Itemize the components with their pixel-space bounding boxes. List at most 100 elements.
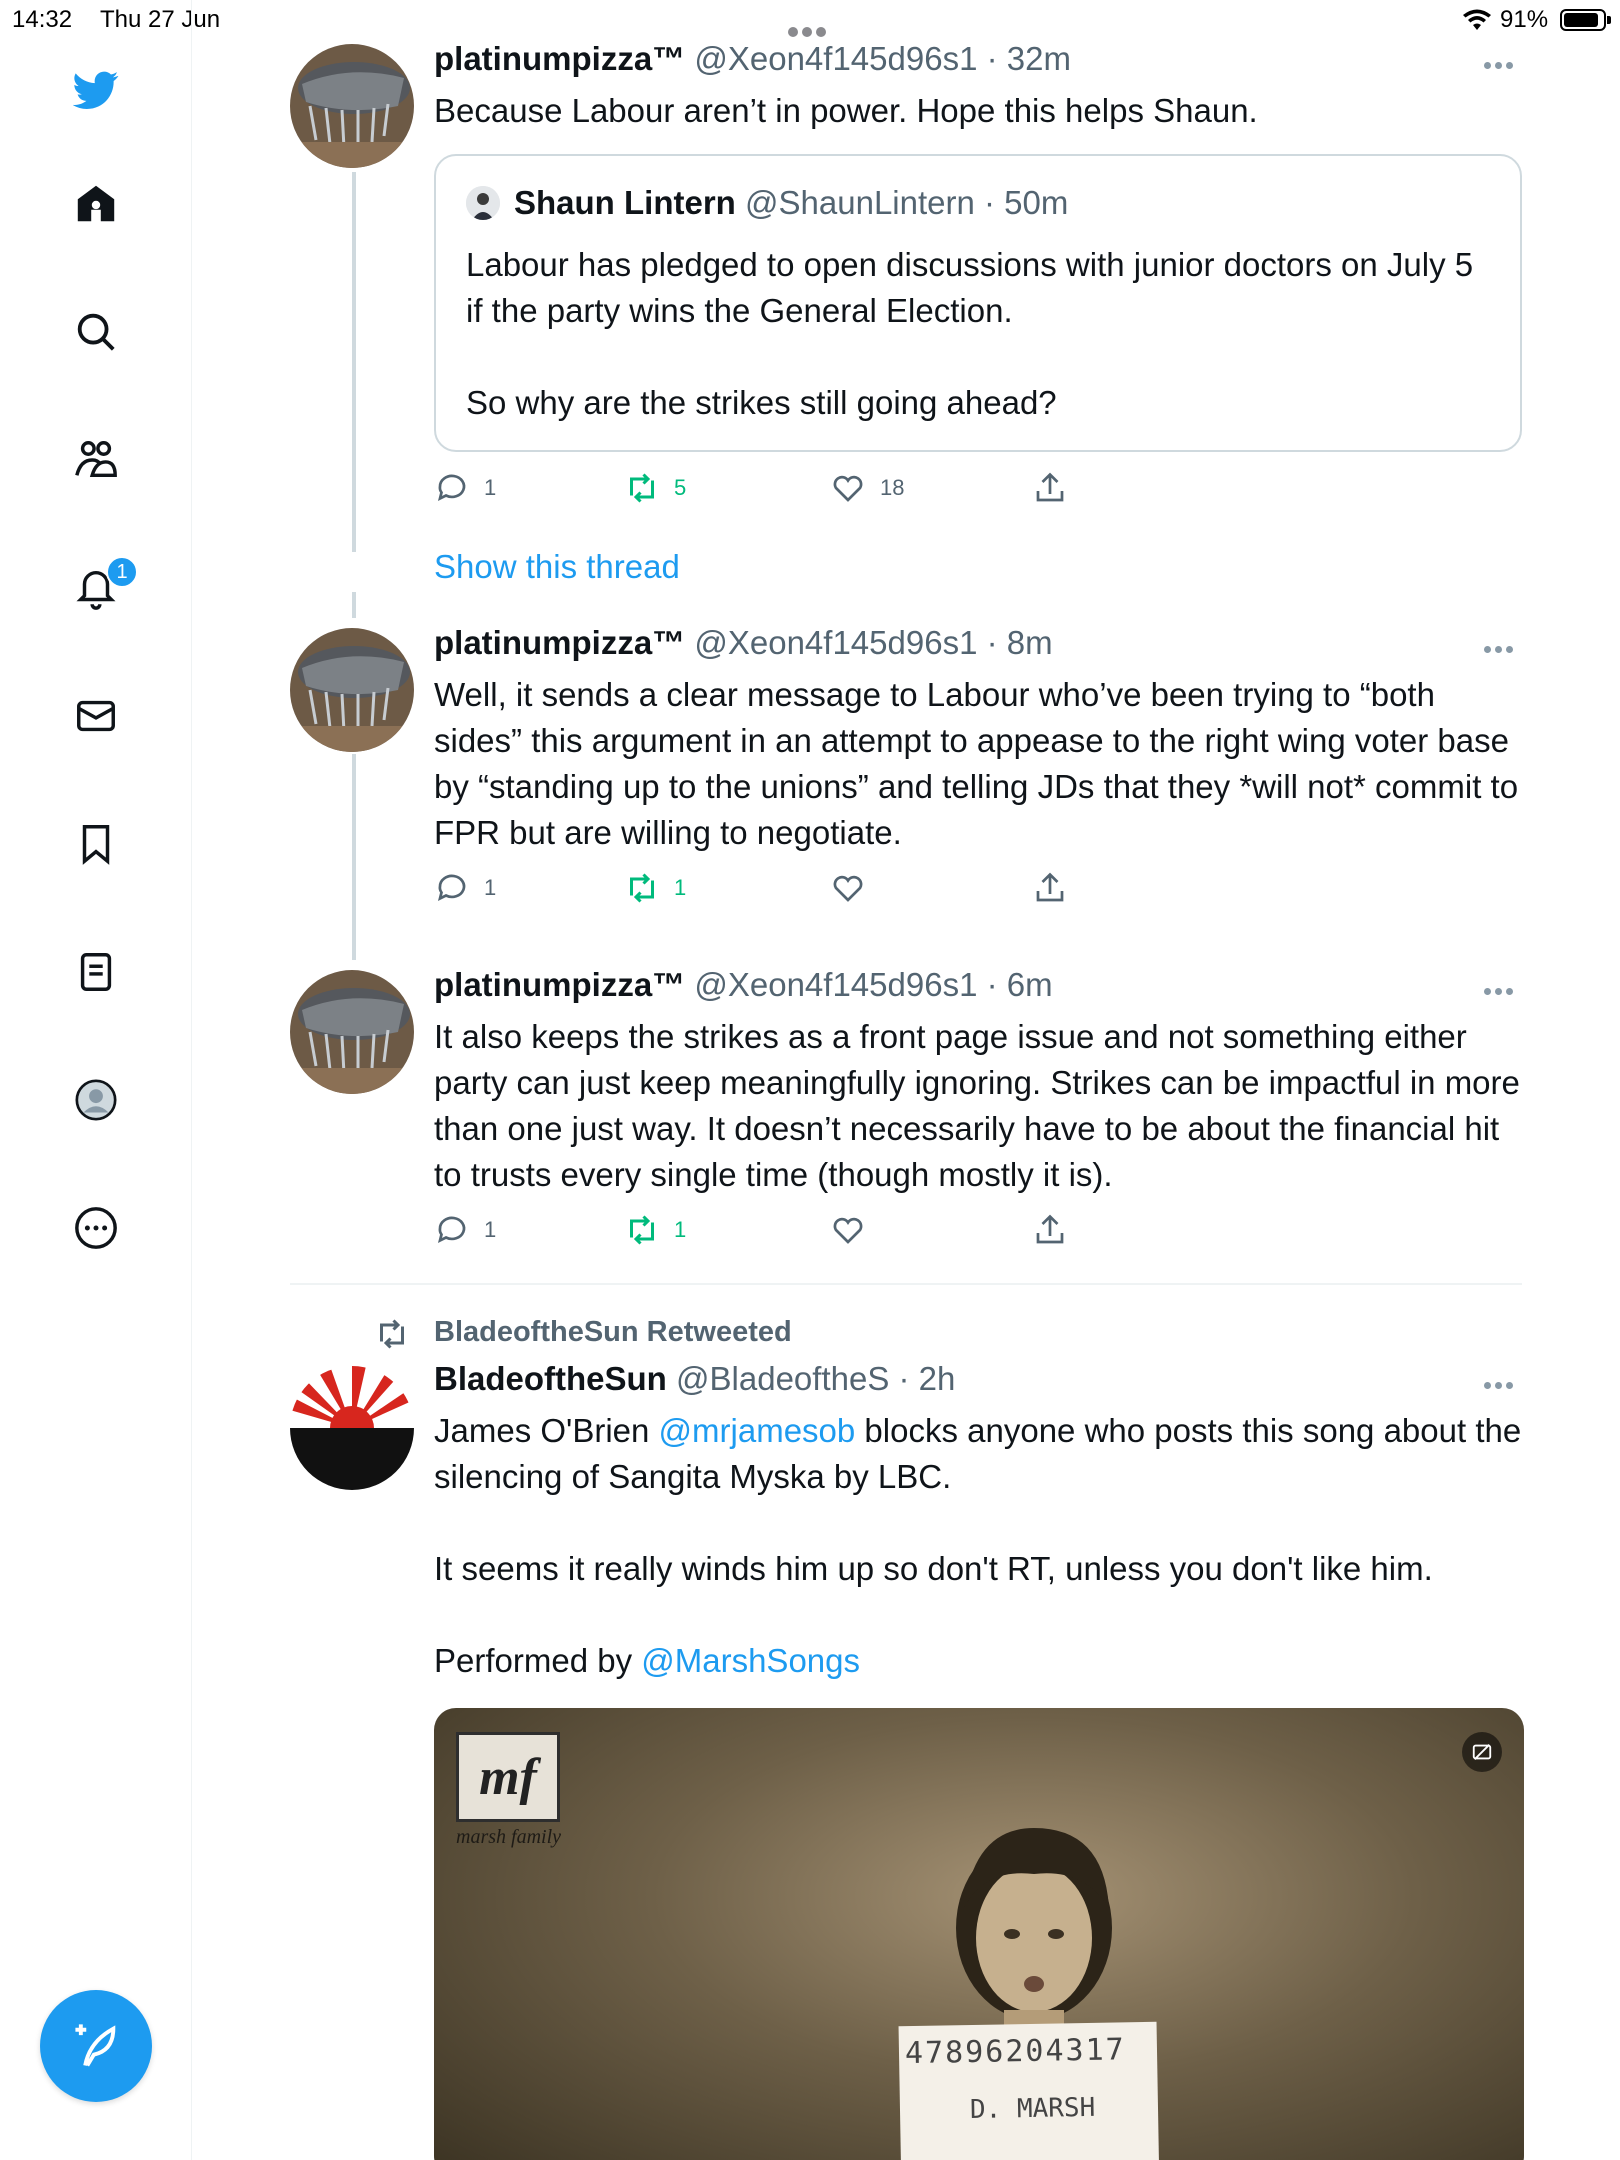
retweet-button[interactable]: 1 — [624, 870, 686, 906]
reply-count: 1 — [484, 475, 497, 500]
tweet-header: BladeoftheSun @BladeoftheS · 2h — [434, 1360, 955, 1398]
tweet-text-line: James O'Brien @mrjamesob blocks anyone w… — [434, 1408, 1524, 1500]
tweet-header: platinumpizza™ @Xeon4f145d96s1 · 6m — [434, 966, 1053, 1004]
sign-number: 47896204317 — [904, 2032, 1126, 2072]
tweet-actions: 1 5 18 — [434, 470, 1134, 510]
like-button[interactable] — [830, 870, 880, 906]
retweet-button[interactable]: 5 — [624, 470, 686, 506]
share-icon — [1036, 472, 1064, 502]
tweet-handle-time: @Xeon4f145d96s1 · 8m — [694, 624, 1053, 661]
retweeted-by-label[interactable]: BladeoftheSun Retweeted — [434, 1316, 792, 1349]
reply-button[interactable]: 1 — [434, 870, 496, 906]
text-span: Performed by — [434, 1642, 642, 1679]
retweet-icon — [630, 873, 654, 903]
thread-connector — [352, 592, 356, 618]
like-count: 18 — [880, 475, 905, 500]
quoted-tweet[interactable]: Shaun Lintern @ShaunLintern · 50m Labour… — [434, 154, 1522, 452]
media-logo: mf — [456, 1732, 560, 1822]
like-button[interactable] — [830, 1212, 880, 1248]
quoted-text-line: So why are the strikes still going ahead… — [466, 384, 1057, 421]
retweet-icon — [630, 1215, 654, 1245]
tweet-more-icon[interactable] — [1484, 1376, 1524, 1389]
tweet-media-video[interactable]: mf marsh family 47896204317 D. MARSH — [434, 1708, 1524, 2160]
show-thread-link[interactable]: Show this thread — [434, 548, 680, 586]
reply-icon — [437, 1216, 466, 1244]
share-button[interactable] — [1032, 870, 1082, 906]
sidebar: 1 — [0, 0, 192, 2160]
avatar[interactable] — [290, 970, 414, 1094]
tweet-text: It also keeps the strikes as a front pag… — [434, 1018, 1520, 1193]
retweet-count: 5 — [674, 475, 687, 500]
twitter-logo-icon[interactable] — [68, 62, 124, 118]
reply-icon — [437, 874, 466, 902]
search-icon[interactable] — [68, 304, 124, 360]
retweeted-icon — [380, 1319, 404, 1349]
compose-feather-icon — [75, 2024, 116, 2067]
tweet-handle-time: @BladeoftheS · 2h — [676, 1360, 956, 1397]
avatar[interactable] — [290, 44, 414, 168]
sign-name: D. MARSH — [969, 2092, 1096, 2126]
thread-connector — [352, 172, 356, 552]
tweet-handle-time: @Xeon4f145d96s1 · 32m — [694, 40, 1071, 77]
like-button[interactable]: 18 — [830, 470, 904, 506]
home-icon[interactable] — [68, 176, 124, 232]
heart-icon — [833, 875, 863, 902]
tweet-author-name[interactable]: BladeoftheSun — [434, 1360, 667, 1397]
share-icon — [1036, 1214, 1064, 1244]
tweet-more-icon[interactable] — [1484, 640, 1524, 653]
share-icon — [1036, 872, 1064, 902]
tweet-header: platinumpizza™ @Xeon4f145d96s1 · 32m — [434, 40, 1071, 78]
thread-connector — [352, 754, 356, 960]
more-options-icon[interactable] — [68, 1200, 124, 1256]
media-sign: 47896204317 D. MARSH — [898, 2021, 1160, 2160]
lists-icon[interactable] — [68, 944, 124, 1000]
retweet-icon — [630, 473, 654, 503]
tweet-more-icon[interactable] — [1484, 982, 1524, 995]
retweet-count: 1 — [674, 1217, 687, 1242]
media-settings-icon[interactable] — [1462, 1732, 1502, 1772]
share-button[interactable] — [1032, 470, 1082, 506]
avatar[interactable] — [290, 628, 414, 752]
tweet-author-name[interactable]: platinumpizza™ — [434, 966, 685, 1003]
communities-icon[interactable] — [68, 432, 124, 488]
tweet-header: platinumpizza™ @Xeon4f145d96s1 · 8m — [434, 624, 1053, 662]
mention-link[interactable]: @mrjamesob — [659, 1412, 856, 1449]
tweet-author-name[interactable]: platinumpizza™ — [434, 40, 685, 77]
tweet-text: Well, it sends a clear message to Labour… — [434, 676, 1519, 851]
heart-icon — [833, 1217, 863, 1244]
reply-button[interactable]: 1 — [434, 1212, 496, 1248]
reply-count: 1 — [484, 875, 497, 900]
tweet-text: Because Labour aren’t in power. Hope thi… — [434, 92, 1258, 129]
reply-icon — [437, 474, 466, 502]
text-span: James O'Brien — [434, 1412, 659, 1449]
mention-link[interactable]: @MarshSongs — [641, 1642, 860, 1679]
tweet-handle-time: @Xeon4f145d96s1 · 6m — [694, 966, 1053, 1003]
tweet-actions: 1 1 — [434, 870, 1134, 910]
bookmarks-icon[interactable] — [68, 816, 124, 872]
heart-icon — [833, 475, 863, 502]
reply-count: 1 — [484, 1217, 497, 1242]
tweet-divider — [290, 1283, 1522, 1285]
quoted-handle-time: @ShaunLintern · 50m — [745, 184, 1069, 221]
notification-count-badge: 1 — [106, 556, 138, 588]
share-button[interactable] — [1032, 1212, 1082, 1248]
tweet-text: James O'Brien @mrjamesob blocks anyone w… — [434, 1408, 1524, 1684]
tweet-more-icon[interactable] — [1484, 56, 1524, 69]
reply-button[interactable]: 1 — [434, 470, 496, 506]
tweet-actions: 1 1 — [434, 1212, 1134, 1252]
tweet-text-line: Performed by @MarshSongs — [434, 1638, 1524, 1684]
quoted-text: Labour has pledged to open discussions w… — [466, 242, 1496, 426]
retweet-button[interactable]: 1 — [624, 1212, 686, 1248]
quoted-author-name: Shaun Lintern — [514, 184, 736, 221]
media-logo-subtitle: marsh family — [456, 1826, 561, 1848]
quoted-text-line: Labour has pledged to open discussions w… — [466, 246, 1474, 329]
tweet-author-name[interactable]: platinumpizza™ — [434, 624, 685, 661]
quoted-avatar — [466, 186, 500, 220]
tweet-text-line: It seems it really winds him up so don't… — [434, 1550, 1433, 1587]
avatar[interactable] — [290, 1366, 414, 1490]
retweet-count: 1 — [674, 875, 687, 900]
profile-avatar-icon[interactable] — [68, 1072, 124, 1128]
messages-icon[interactable] — [68, 688, 124, 744]
timeline: platinumpizza™ @Xeon4f145d96s1 · 32m Bec… — [192, 0, 1620, 2160]
compose-tweet-button[interactable] — [40, 1990, 152, 2102]
